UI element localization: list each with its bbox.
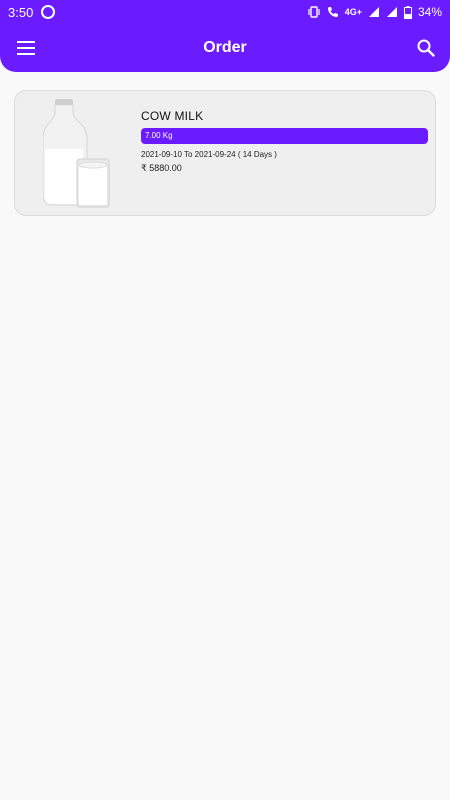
product-image — [42, 99, 125, 209]
app-bar: Order — [0, 24, 450, 72]
vibrate-icon — [307, 5, 321, 19]
product-name: COW MILK — [141, 109, 204, 123]
status-time: 3:50 — [8, 4, 34, 20]
signal-icon — [368, 6, 380, 18]
status-bar: 3:50 4G+ 34% — [0, 0, 450, 24]
menu-icon[interactable] — [14, 36, 38, 60]
date-range: 2021-09-10 To 2021-09-24 ( 14 Days ) — [141, 150, 277, 159]
order-price: ₹ 5880.00 — [141, 163, 182, 173]
page-title: Order — [203, 39, 247, 56]
search-icon[interactable] — [414, 36, 438, 60]
network-label: 4G+ — [344, 7, 362, 17]
battery-level: 34% — [417, 5, 442, 19]
signal-icon — [386, 6, 398, 18]
battery-icon — [403, 5, 412, 19]
order-card[interactable]: COW MILK 7.00 Kg 2021-09-10 To 2021-09-2… — [14, 90, 436, 216]
whatsapp-icon — [41, 5, 56, 19]
call-icon — [327, 6, 339, 18]
quantity-badge: 7.00 Kg — [141, 128, 428, 144]
